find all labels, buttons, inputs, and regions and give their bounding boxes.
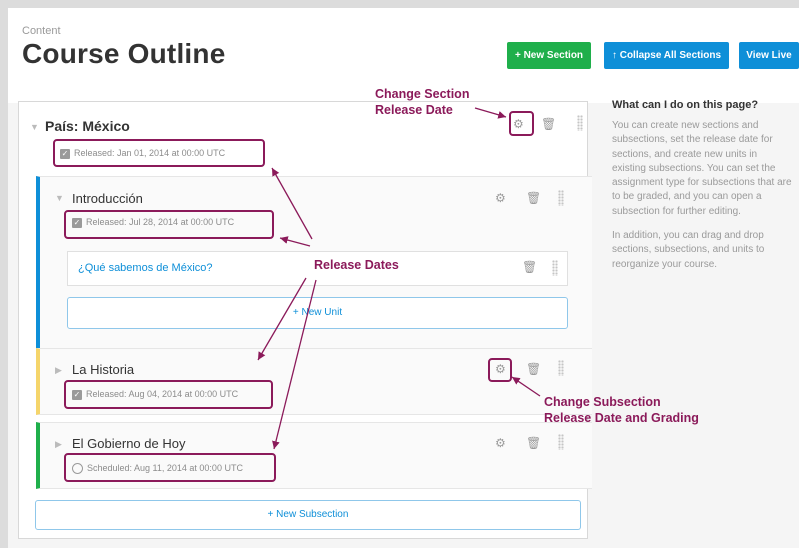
arrow-line — [271, 167, 313, 240]
annotation-arrows — [257, 107, 541, 450]
arrow-line — [511, 376, 541, 397]
arrow-line — [279, 236, 311, 247]
arrow-line — [272, 279, 317, 450]
arrow-line — [474, 107, 507, 119]
